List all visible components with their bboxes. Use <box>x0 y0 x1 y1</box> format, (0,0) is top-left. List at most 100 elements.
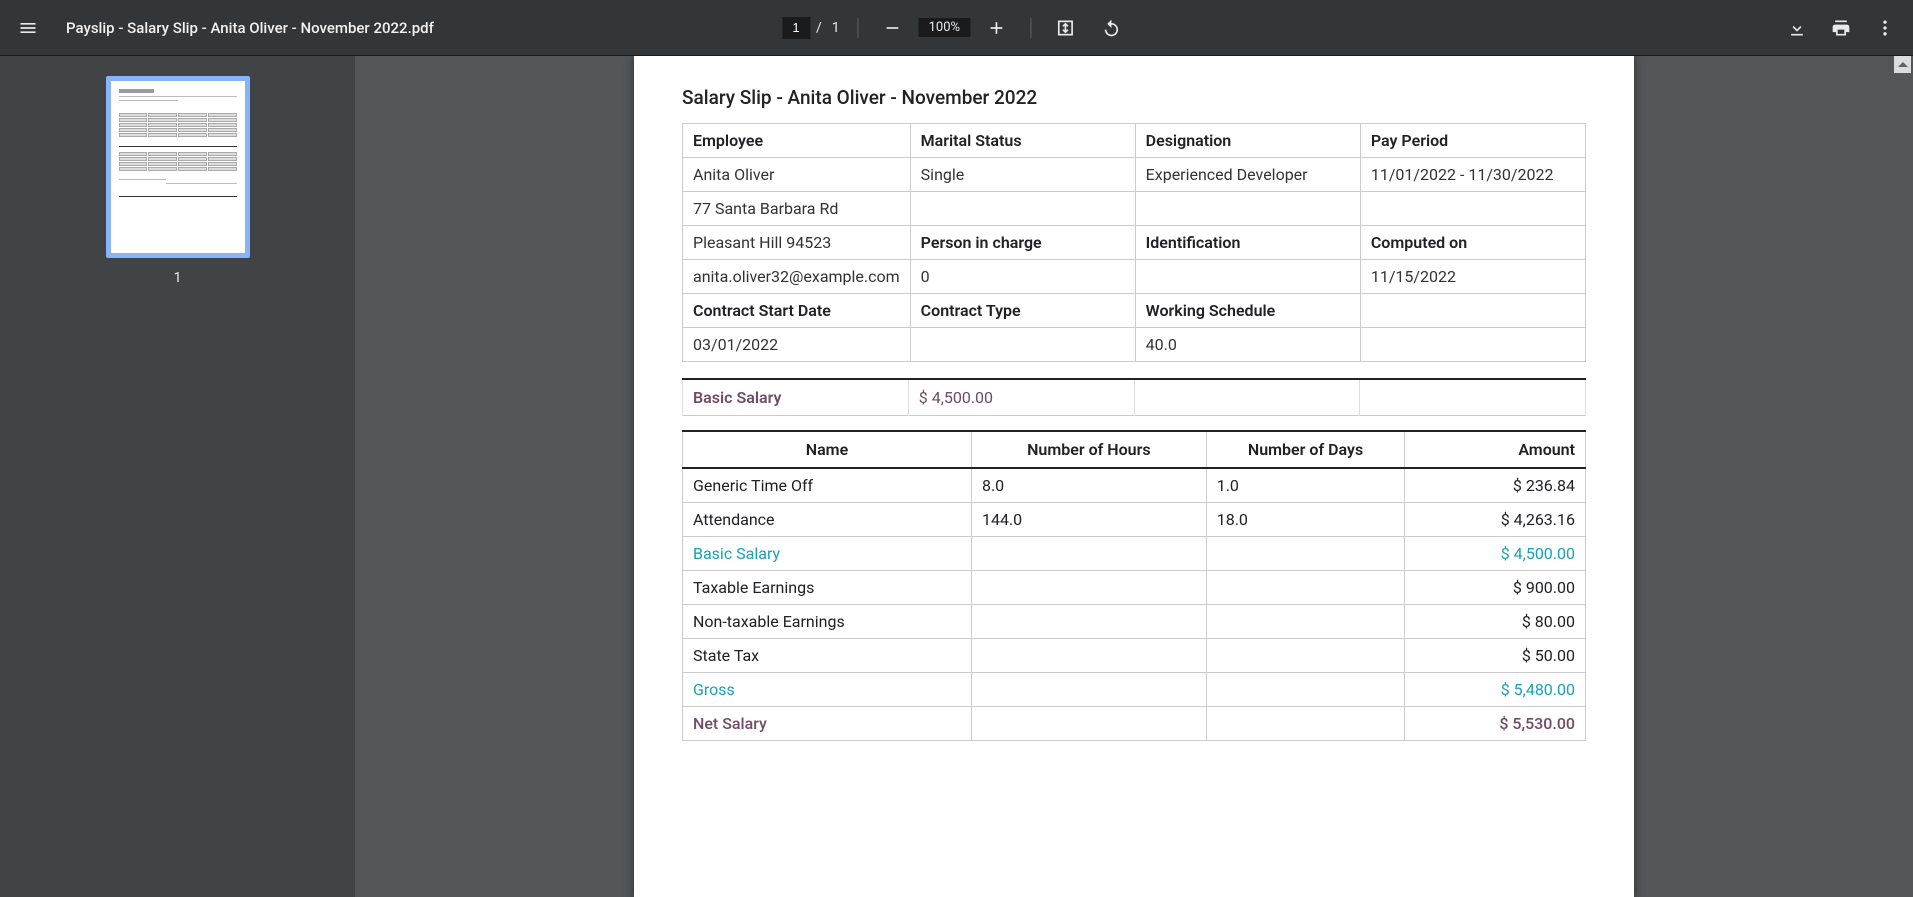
toolbar-divider <box>1030 18 1031 38</box>
zoom-out-button[interactable] <box>873 8 913 48</box>
table-row: Taxable Earnings$ 900.00 <box>683 570 1586 604</box>
label-computed-on: Computed on <box>1360 226 1585 260</box>
table-row: anita.oliver32@example.com 0 11/15/2022 <box>683 260 1586 294</box>
table-row: Contract Start Date Contract Type Workin… <box>683 294 1586 328</box>
value-contract-start: 03/01/2022 <box>683 328 911 362</box>
line-days <box>1206 638 1405 672</box>
value-basic-salary: $ 4,500.00 <box>908 379 1134 416</box>
table-row: Basic Salary $ 4,500.00 <box>683 379 1586 416</box>
slip-title: Salary Slip - Anita Oliver - November 20… <box>682 86 1586 109</box>
line-hours: 8.0 <box>971 468 1206 502</box>
page-separator: / <box>816 20 822 36</box>
value-email: anita.oliver32@example.com <box>683 260 911 294</box>
label-contract-type: Contract Type <box>910 294 1135 328</box>
table-row: 03/01/2022 40.0 <box>683 328 1586 362</box>
line-days: 18.0 <box>1206 502 1405 536</box>
value-person-in-charge: 0 <box>910 260 1135 294</box>
print-button[interactable] <box>1821 8 1861 48</box>
line-name: Non-taxable Earnings <box>683 604 972 638</box>
table-row: State Tax $ 50.00 <box>683 638 1586 672</box>
page-number-input[interactable] <box>782 17 810 39</box>
table-row: Anita Oliver Single Experienced Develope… <box>683 158 1586 192</box>
label-designation: Designation <box>1135 124 1360 158</box>
main-area: 1 Salary Slip - Anita Oliver - November … <box>0 56 1913 897</box>
value-working-schedule: 40.0 <box>1135 328 1360 362</box>
thumbnail-preview <box>119 89 237 245</box>
download-icon <box>1787 18 1807 38</box>
minus-icon <box>883 18 903 38</box>
toolbar-right <box>1777 8 1905 48</box>
value-identification <box>1135 260 1360 294</box>
line-hours <box>971 672 1206 706</box>
download-button[interactable] <box>1777 8 1817 48</box>
value-designation: Experienced Developer <box>1135 158 1360 192</box>
more-vert-icon <box>1875 18 1895 38</box>
basic-salary-table: Basic Salary $ 4,500.00 <box>682 378 1586 416</box>
line-amount: $ 5,480.00 <box>1405 672 1586 706</box>
col-days: Number of Days <box>1206 431 1405 468</box>
thumbnail-sidebar: 1 <box>0 56 355 897</box>
value-employee-name: Anita Oliver <box>683 158 911 192</box>
table-row: Employee Marital Status Designation Pay … <box>683 124 1586 158</box>
employee-info-table: Employee Marital Status Designation Pay … <box>682 123 1586 362</box>
document-viewport[interactable]: Salary Slip - Anita Oliver - November 20… <box>355 56 1913 897</box>
caret-up-icon <box>1898 60 1908 70</box>
col-amount: Amount <box>1405 431 1586 468</box>
line-amount: $ 4,263.16 <box>1405 502 1586 536</box>
line-amount: $ 236.84 <box>1405 468 1586 502</box>
menu-button[interactable] <box>8 8 48 48</box>
print-icon <box>1831 18 1851 38</box>
thumbnail-page-number: 1 <box>174 270 182 286</box>
label-working-schedule: Working Schedule <box>1135 294 1360 328</box>
label-identification: Identification <box>1135 226 1360 260</box>
label-marital: Marital Status <box>910 124 1135 158</box>
line-name: Net Salary <box>683 706 972 740</box>
toolbar-divider <box>858 18 859 38</box>
line-days <box>1206 604 1405 638</box>
label-basic-salary: Basic Salary <box>683 379 909 416</box>
fit-page-button[interactable] <box>1045 8 1085 48</box>
table-row: Attendance144.018.0$ 4,263.16 <box>683 502 1586 536</box>
table-row: Gross$ 5,480.00 <box>683 672 1586 706</box>
line-days: 1.0 <box>1206 468 1405 502</box>
thumbnail-page-1[interactable] <box>106 76 250 258</box>
line-amount: $ 50.00 <box>1405 638 1586 672</box>
line-days <box>1206 570 1405 604</box>
rotate-button[interactable] <box>1091 8 1131 48</box>
line-days <box>1206 672 1405 706</box>
line-days <box>1206 706 1405 740</box>
label-payperiod: Pay Period <box>1360 124 1585 158</box>
line-amount: $ 4,500.00 <box>1405 536 1586 570</box>
table-row: Generic Time Off8.01.0$ 236.84 <box>683 468 1586 502</box>
table-row: Basic Salary $ 4,500.00 <box>683 536 1586 570</box>
col-name: Name <box>683 431 972 468</box>
table-header-row: Name Number of Hours Number of Days Amou… <box>683 431 1586 468</box>
label-contract-start: Contract Start Date <box>683 294 911 328</box>
line-hours <box>971 570 1206 604</box>
more-button[interactable] <box>1865 8 1905 48</box>
lines-table: Name Number of Hours Number of Days Amou… <box>682 430 1586 741</box>
line-amount: $ 900.00 <box>1405 570 1586 604</box>
value-marital: Single <box>910 158 1135 192</box>
table-row: Non-taxable Earnings $ 80.00 <box>683 604 1586 638</box>
line-name: State Tax <box>683 638 972 672</box>
scroll-up-button[interactable] <box>1894 56 1911 73</box>
line-days <box>1206 536 1405 570</box>
line-name: Attendance <box>683 502 972 536</box>
line-hours <box>971 638 1206 672</box>
label-person-in-charge: Person in charge <box>910 226 1135 260</box>
line-hours <box>971 706 1206 740</box>
table-row: Net Salary $ 5,530.00 <box>683 706 1586 740</box>
line-amount: $ 80.00 <box>1405 604 1586 638</box>
line-name: Basic Salary <box>683 536 972 570</box>
total-pages: 1 <box>832 20 840 36</box>
line-amount: $ 5,530.00 <box>1405 706 1586 740</box>
value-computed-on: 11/15/2022 <box>1360 260 1585 294</box>
value-addr2: Pleasant Hill 94523 <box>683 226 911 260</box>
zoom-in-button[interactable] <box>976 8 1016 48</box>
line-hours: 144.0 <box>971 502 1206 536</box>
rotate-icon <box>1101 18 1121 38</box>
col-hours: Number of Hours <box>971 431 1206 468</box>
table-row: 77 Santa Barbara Rd <box>683 192 1586 226</box>
zoom-level[interactable]: 100% <box>919 18 970 37</box>
